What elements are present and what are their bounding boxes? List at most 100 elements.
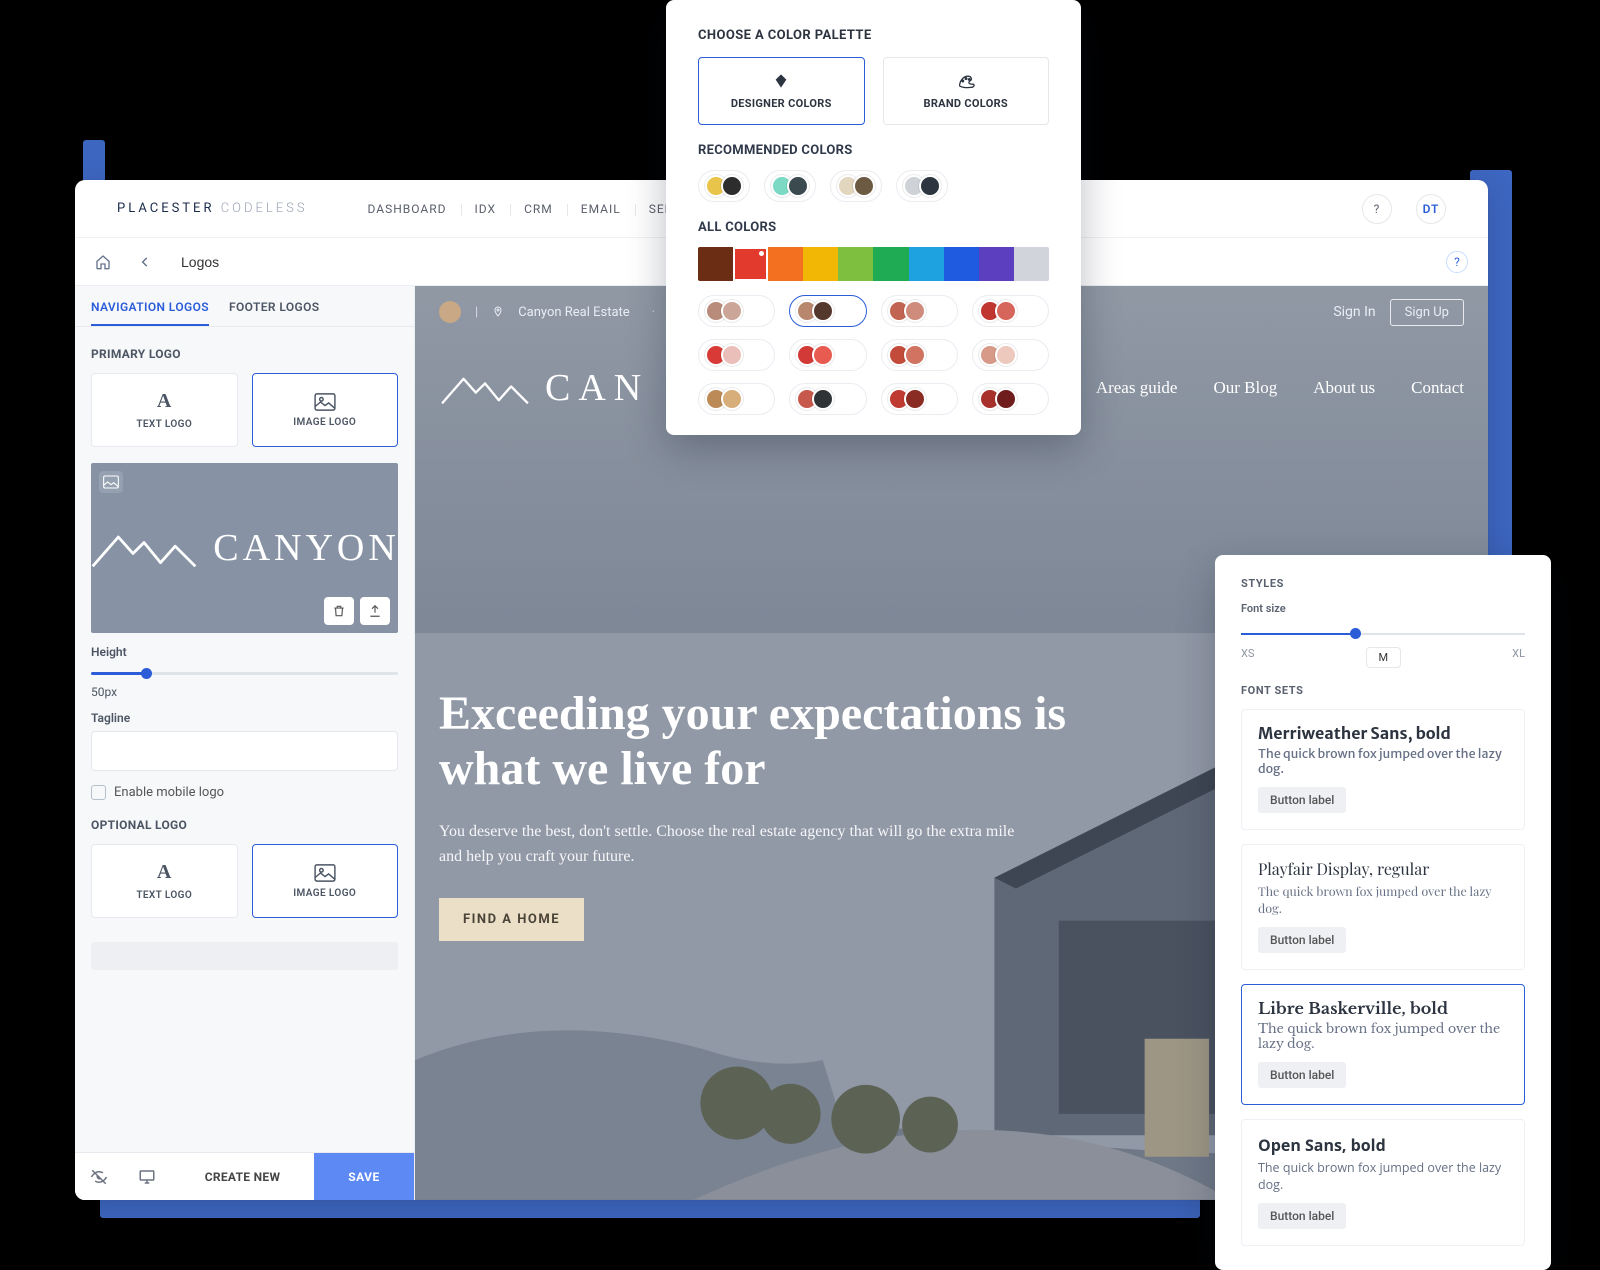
optional-image-logo-option[interactable]: IMAGE LOGO (252, 844, 399, 918)
color-pair-swatch[interactable] (698, 339, 775, 371)
color-pair-swatch[interactable] (972, 383, 1049, 415)
color-pair-swatch[interactable] (789, 295, 866, 327)
hero-body: You deserve the best, don't settle. Choo… (439, 820, 1039, 870)
home-icon[interactable] (87, 246, 119, 278)
delete-logo-button[interactable] (324, 597, 354, 625)
hue-swatch[interactable] (944, 247, 979, 281)
primary-text-logo-option[interactable]: A TEXT LOGO (91, 373, 238, 447)
brand-sub: CODELESS (221, 201, 308, 216)
designer-colors-label: DESIGNER COLORS (731, 97, 832, 110)
font-set-button-preview: Button label (1258, 927, 1346, 953)
optional-text-logo-option[interactable]: A TEXT LOGO (91, 844, 238, 918)
color-pair-swatch[interactable] (789, 339, 866, 371)
visibility-toggle-icon[interactable] (75, 1168, 123, 1186)
font-set-option[interactable]: Merriweather Sans, boldThe quick brown f… (1241, 709, 1525, 830)
color-pair-swatch[interactable] (972, 295, 1049, 327)
font-set-sample: The quick brown fox jumped over the lazy… (1258, 1022, 1508, 1052)
font-set-option[interactable]: Playfair Display, regularThe quick brown… (1241, 844, 1525, 970)
top-menu: DASHBOARD IDX CRM EMAIL SERVICE (368, 202, 703, 216)
hue-swatch[interactable] (768, 247, 803, 281)
font-size-slider[interactable] (1241, 627, 1525, 641)
device-preview-icon[interactable] (123, 1168, 171, 1186)
brand-colors-label: BRAND COLORS (924, 97, 1009, 110)
tagline-input[interactable] (91, 731, 398, 771)
preview-company: Canyon Real Estate (518, 305, 630, 320)
create-new-button[interactable]: CREATE NEW (171, 1170, 314, 1184)
image-logo-icon (314, 864, 336, 882)
recommended-swatch[interactable] (830, 170, 882, 202)
designer-colors-option[interactable]: DESIGNER COLORS (698, 57, 865, 125)
mountain-icon (439, 368, 531, 408)
font-set-sample: The quick brown fox jumped over the lazy… (1258, 883, 1508, 917)
sidebar-tabs: NAVIGATION LOGOS FOOTER LOGOS (75, 286, 414, 326)
font-set-option[interactable]: Open Sans, bold The quick brown fox jumpe… (1241, 1119, 1525, 1246)
image-logo-label: IMAGE LOGO (293, 888, 356, 899)
user-avatar[interactable]: DT (1416, 194, 1446, 224)
preview-signup[interactable]: Sign Up (1390, 299, 1464, 326)
hue-swatch[interactable] (733, 247, 768, 281)
brand: PLACESTER CODELESS (117, 201, 308, 216)
nav-idx[interactable]: IDX (475, 202, 497, 216)
nav-areas-guide[interactable]: Areas guide (1096, 378, 1178, 398)
font-sets-title: FONT SETS (1241, 684, 1525, 697)
recommended-swatch[interactable] (764, 170, 816, 202)
hue-swatch[interactable] (698, 247, 733, 281)
info-icon[interactable]: ? (1446, 251, 1468, 273)
diamond-icon (772, 73, 790, 89)
all-colors-title: ALL COLORS (698, 220, 1049, 235)
back-icon[interactable] (129, 246, 161, 278)
size-m: M (1366, 647, 1402, 668)
recommended-swatch[interactable] (698, 170, 750, 202)
font-set-name: Open Sans, bold (1258, 1134, 1508, 1156)
pin-icon (492, 306, 504, 318)
font-set-name: Libre Baskerville, bold (1258, 999, 1508, 1019)
enable-mobile-logo-label: Enable mobile logo (114, 785, 224, 800)
tab-navigation-logos[interactable]: NAVIGATION LOGOS (91, 300, 209, 326)
nav-email[interactable]: EMAIL (581, 202, 621, 216)
color-pair-swatch[interactable] (972, 339, 1049, 371)
height-label: Height (91, 645, 398, 659)
color-palette-panel: CHOOSE A COLOR PALETTE DESIGNER COLORS B… (666, 0, 1081, 435)
recommended-swatch[interactable] (896, 170, 948, 202)
nav-our-blog[interactable]: Our Blog (1213, 378, 1277, 398)
font-set-sample: The quick brown fox jumped over the lazy… (1258, 1159, 1508, 1193)
styles-panel: STYLES Font size XS M XL FONT SETS Merri… (1215, 555, 1551, 1270)
text-logo-label: TEXT LOGO (136, 890, 192, 901)
hue-swatch[interactable] (909, 247, 944, 281)
recommended-swatches (698, 170, 1049, 202)
save-button[interactable]: SAVE (314, 1153, 414, 1200)
color-pair-swatch[interactable] (789, 383, 866, 415)
font-set-option[interactable]: Libre Baskerville, bold The quick brown f… (1241, 984, 1525, 1105)
color-pair-swatch[interactable] (698, 383, 775, 415)
palette-title: CHOOSE A COLOR PALETTE (698, 28, 1049, 43)
image-placeholder-icon (99, 471, 123, 493)
agent-avatar (439, 301, 461, 323)
nav-dashboard[interactable]: DASHBOARD (368, 202, 447, 216)
optional-logo-placeholder (91, 942, 398, 970)
primary-image-logo-option[interactable]: IMAGE LOGO (252, 373, 399, 447)
upload-logo-button[interactable] (360, 597, 390, 625)
color-pair-swatch[interactable] (698, 295, 775, 327)
hue-swatch[interactable] (979, 247, 1014, 281)
hero-cta[interactable]: FIND A HOME (439, 898, 584, 941)
preview-signin[interactable]: Sign In (1333, 304, 1375, 320)
hue-swatch[interactable] (873, 247, 908, 281)
height-slider[interactable] (91, 665, 398, 681)
color-pair-swatch[interactable] (881, 339, 958, 371)
brand-colors-option[interactable]: BRAND COLORS (883, 57, 1050, 125)
nav-about-us[interactable]: About us (1313, 378, 1375, 398)
primary-logo-title: PRIMARY LOGO (91, 347, 398, 361)
size-xl: XL (1512, 647, 1525, 668)
hue-swatch[interactable] (1014, 247, 1049, 281)
nav-crm[interactable]: CRM (524, 202, 553, 216)
hue-strip[interactable] (698, 247, 1049, 281)
nav-contact[interactable]: Contact (1411, 378, 1464, 398)
palette-icon (956, 73, 976, 89)
help-icon[interactable]: ? (1362, 194, 1392, 224)
tab-footer-logos[interactable]: FOOTER LOGOS (229, 300, 320, 326)
color-pair-swatch[interactable] (881, 295, 958, 327)
hue-swatch[interactable] (803, 247, 838, 281)
color-pair-swatch[interactable] (881, 383, 958, 415)
hue-swatch[interactable] (838, 247, 873, 281)
enable-mobile-logo-row[interactable]: Enable mobile logo (91, 785, 398, 800)
